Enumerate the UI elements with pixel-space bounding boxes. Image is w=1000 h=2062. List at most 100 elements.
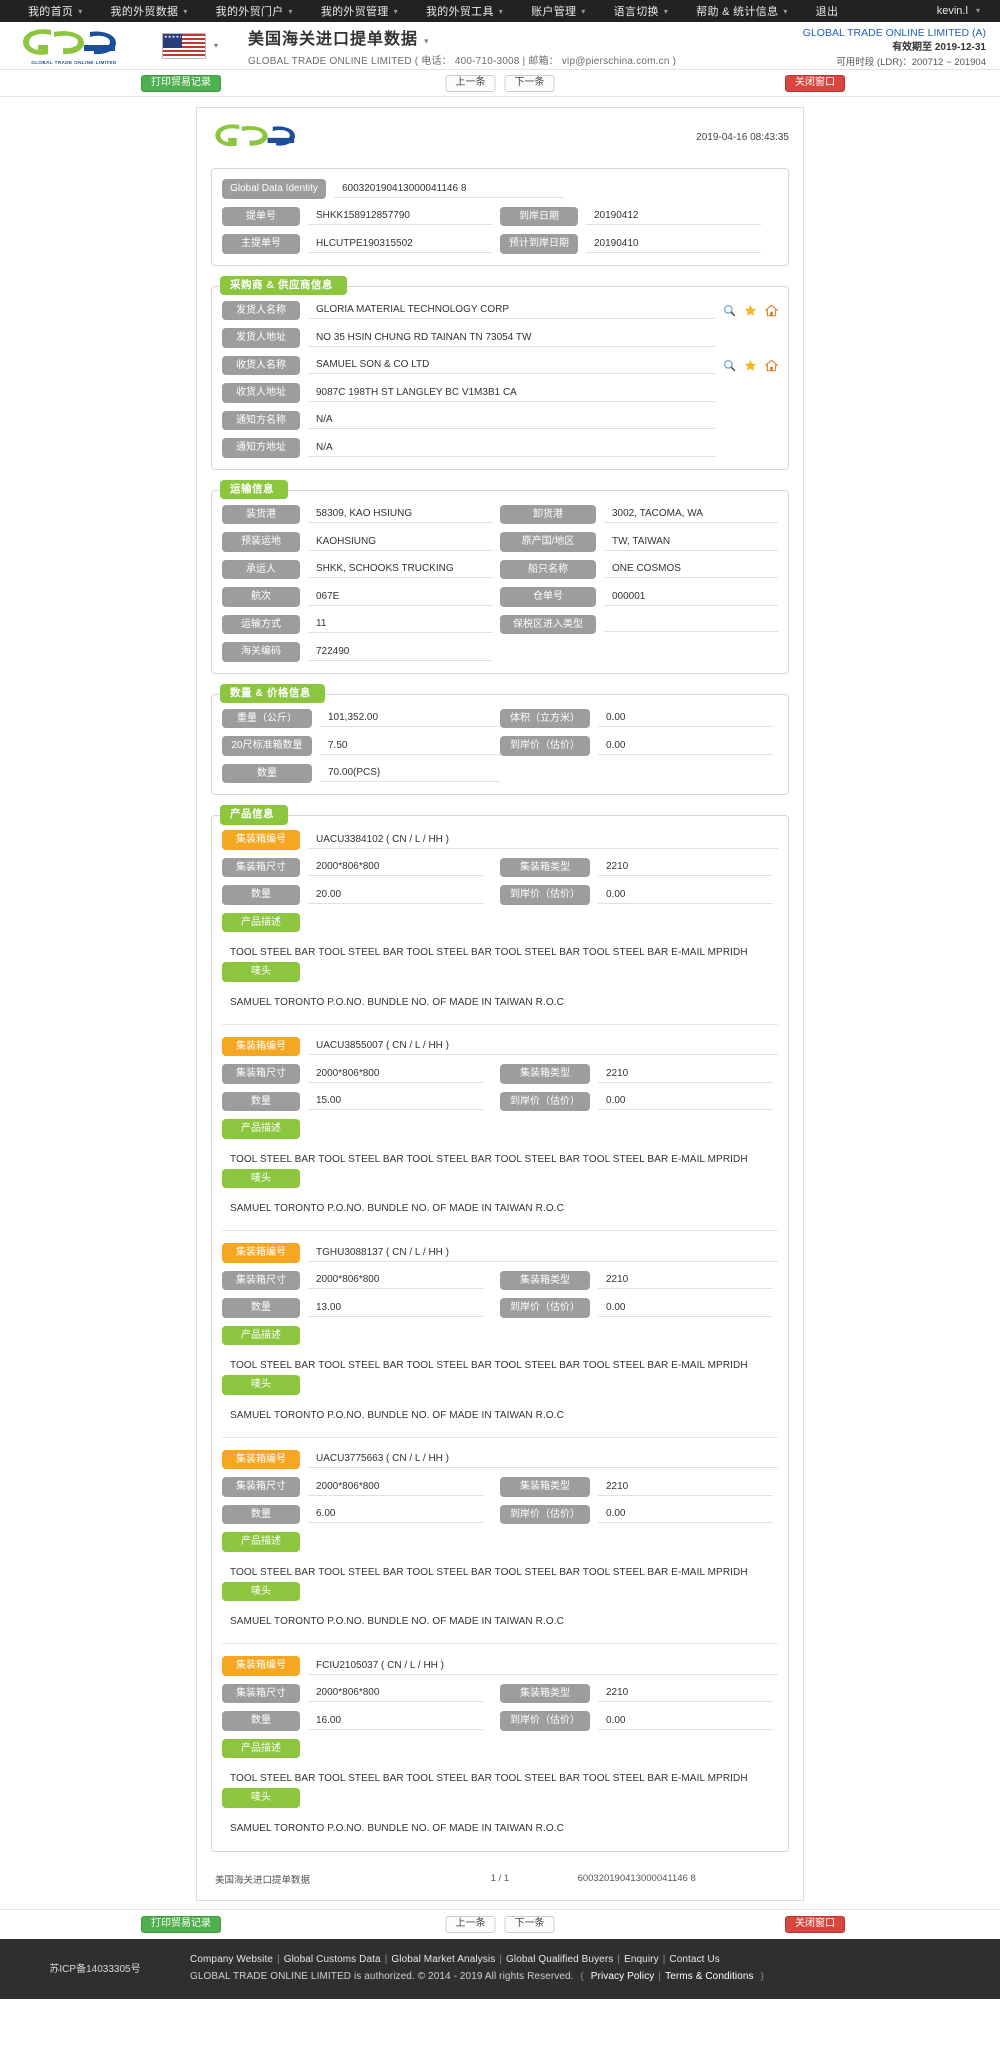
footer-link-separator: |: [277, 1953, 280, 1965]
global-data-identity-value: 600320190413000041146 8: [334, 180, 564, 198]
field-value: TW, TAIWAN: [604, 533, 778, 551]
nav-item-0[interactable]: 我的首页 ▾: [14, 3, 97, 19]
field-value: KAOHSIUNG: [308, 533, 493, 551]
home-icon[interactable]: [765, 304, 778, 317]
gto-logo[interactable]: GLOBAL TRADE ONLINE LIMITED: [14, 26, 134, 65]
footer-link-4[interactable]: Enquiry: [624, 1954, 659, 1965]
nav-item-1[interactable]: 我的外贸数据 ▾: [97, 3, 202, 19]
field-row: 集装箱尺寸 2000*806*800 集装箱类型 2210: [222, 1683, 778, 1703]
star-icon[interactable]: [744, 359, 757, 372]
chevron-down-icon: ▾: [288, 7, 293, 16]
field-cell: 产品描述: [222, 1325, 300, 1345]
search-icon[interactable]: [723, 359, 736, 372]
field-value: 16.00: [308, 1712, 483, 1730]
footer-link-5[interactable]: Contact Us: [669, 1954, 719, 1965]
field-label: 产品描述: [222, 1532, 300, 1552]
field-label: 体积（立方米）: [500, 708, 590, 728]
field-cell: 集装箱类型 2210: [500, 1270, 778, 1290]
field-label: 数量: [222, 885, 300, 905]
row-action-icons: [723, 304, 778, 317]
field-label: 发货人地址: [222, 328, 300, 348]
field-value: [604, 617, 778, 632]
nav-item-label: 我的外贸数据: [110, 6, 179, 18]
country-selector[interactable]: ★★★★★★★★★★★★★★★★★★ ▾: [162, 32, 218, 59]
field-value: 2210: [598, 1478, 773, 1496]
field-label: 仓单号: [500, 587, 596, 607]
product-block-3: 集装箱编号 UACU3775663 ( CN / L / HH ) 集装箱尺寸 200…: [222, 1449, 778, 1636]
product-separator: [222, 1643, 778, 1644]
field-label: 集装箱编号: [222, 1449, 300, 1469]
field-row: 运输方式 11 保税区进入类型: [222, 614, 778, 634]
field-row: 集装箱编号 FCIU2105037 ( CN / L / HH ): [222, 1656, 778, 1676]
field-value: N/A: [308, 439, 715, 457]
field-row: 集装箱编号 UACU3855007 ( CN / L / HH ): [222, 1036, 778, 1056]
field-label: 集装箱编号: [222, 1243, 300, 1263]
field-value: 2000*806*800: [308, 1065, 483, 1083]
footer-link-2[interactable]: Global Market Analysis: [391, 1954, 495, 1965]
home-icon[interactable]: [765, 359, 778, 372]
previous-record-button[interactable]: 上一条: [445, 74, 496, 92]
field-row: 数量 6.00 到岸价（估价） 0.00: [222, 1504, 778, 1524]
field-cell: 数量 16.00: [222, 1711, 500, 1731]
field-value: 2000*806*800: [308, 1684, 483, 1703]
field-cell: 数量 20.00: [222, 885, 500, 905]
field-label: 产品描述: [222, 1119, 300, 1139]
page-title-block: 美国海关进口提单数据 ▾ GLOBAL TRADE ONLINE LIMITED …: [248, 25, 676, 67]
field-label: 集装箱类型: [500, 1064, 590, 1084]
field-cell: 卸货港 3002, TACOMA, WA: [500, 504, 778, 524]
next-record-button-bottom[interactable]: 下一条: [504, 1915, 555, 1933]
field-cell: 发货人地址 NO 35 HSIN CHUNG RD TAINAN TN 73054…: [222, 328, 715, 348]
footer-link-1[interactable]: Global Customs Data: [284, 1954, 381, 1965]
field-row: 唛头: [222, 1168, 778, 1188]
field-row: 产品描述: [222, 1119, 778, 1139]
star-icon[interactable]: [744, 304, 757, 317]
field-label: 集装箱编号: [222, 1036, 300, 1056]
field-label: 收货人名称: [222, 355, 300, 375]
field-row: 海关编码 722490: [222, 642, 778, 662]
previous-record-button-bottom[interactable]: 上一条: [445, 1915, 496, 1933]
field-row: 预装运地 KAOHSIUNG 原产国/地区 TW, TAIWAN: [222, 532, 778, 552]
nav-item-6[interactable]: 语言切换 ▾: [600, 3, 683, 19]
footer-copyright: GLOBAL TRADE ONLINE LIMITED is authorize…: [190, 1970, 574, 1982]
print-record-button[interactable]: 打印贸易记录: [141, 74, 221, 92]
chevron-down-icon: ▾: [581, 7, 586, 16]
quantity-price-card: 数量 & 价格信息 重量（公斤） 101,352.00 体积（立方米） 0.00 20尺…: [211, 683, 789, 795]
search-icon[interactable]: [723, 304, 736, 317]
field-row: 通知方地址 N/A: [222, 438, 778, 458]
field-cell: 集装箱尺寸 2000*806*800: [222, 1064, 500, 1084]
user-menu[interactable]: kevin.l ▾: [937, 5, 986, 17]
nav-item-3[interactable]: 我的外贸管理 ▾: [307, 3, 412, 19]
print-record-button-bottom[interactable]: 打印贸易记录: [141, 1915, 221, 1933]
product-marks-text: SAMUEL TORONTO P.O.NO. BUNDLE NO. OF MAD…: [230, 1822, 564, 1834]
top-toolbar: 打印贸易记录 上一条 下一条 关闭窗口: [0, 70, 1000, 97]
field-label: 集装箱类型: [500, 1477, 590, 1497]
field-label: 唛头: [222, 1788, 300, 1808]
field-cell: 发货人名称 GLORIA MATERIAL TECHNOLOGY CORP: [222, 300, 715, 320]
next-record-button[interactable]: 下一条: [504, 74, 555, 92]
nav-item-8[interactable]: 退出: [802, 3, 853, 19]
field-cell: 重量（公斤） 101,352.00: [222, 708, 500, 728]
field-value: 2000*806*800: [308, 1271, 483, 1290]
field-row: 集装箱编号 TGHU3088137 ( CN / L / HH ): [222, 1243, 778, 1263]
legal-link-0[interactable]: Privacy Policy: [591, 1971, 655, 1982]
footer-link-separator: |: [662, 1953, 666, 1965]
legal-link-1[interactable]: Terms & Conditions: [665, 1971, 754, 1982]
field-cell: 预装运地 KAOHSIUNG: [222, 532, 500, 552]
field-value: 0.00: [598, 1505, 773, 1524]
nav-item-4[interactable]: 我的外贸工具 ▾: [412, 3, 517, 19]
nav-item-5[interactable]: 账户管理 ▾: [517, 3, 600, 19]
field-value: 0.00: [598, 1092, 773, 1111]
footer-link-0[interactable]: Company Website: [190, 1954, 273, 1965]
field-value: 20.00: [308, 886, 483, 904]
close-window-button-bottom[interactable]: 关闭窗口: [785, 1915, 845, 1933]
chevron-down-icon[interactable]: ▾: [424, 36, 430, 46]
field-row: 集装箱尺寸 2000*806*800 集装箱类型 2210: [222, 1270, 778, 1290]
account-name[interactable]: GLOBAL TRADE ONLINE LIMITED (A): [803, 26, 986, 41]
field-label: 收货人地址: [222, 383, 300, 403]
nav-item-7[interactable]: 帮助 & 统计信息 ▾: [682, 3, 801, 19]
field-cell: 数量 15.00: [222, 1091, 500, 1111]
footer-link-3[interactable]: Global Qualified Buyers: [506, 1954, 613, 1965]
close-window-button[interactable]: 关闭窗口: [785, 74, 845, 92]
identity-card: Global Data Identity 6003201904130000411…: [211, 168, 789, 266]
nav-item-2[interactable]: 我的外贸门户 ▾: [202, 3, 307, 19]
